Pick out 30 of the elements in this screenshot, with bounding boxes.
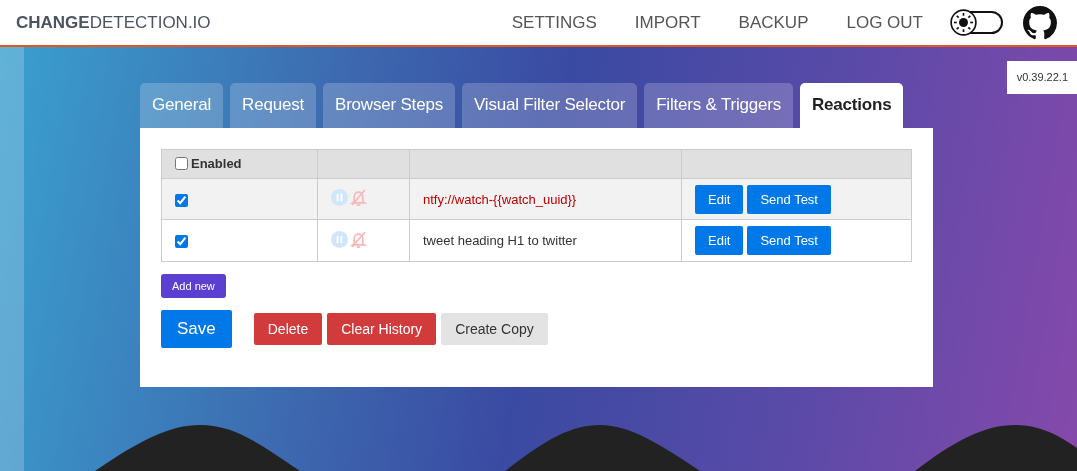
sun-icon bbox=[950, 9, 977, 36]
add-new-button[interactable]: Add new bbox=[161, 274, 226, 298]
site-logo[interactable]: CHANGEDETECTION.IO bbox=[16, 12, 211, 33]
row-button[interactable]: Edit bbox=[695, 184, 744, 214]
tab[interactable]: Reactions bbox=[800, 83, 904, 128]
checkbox[interactable] bbox=[175, 156, 188, 170]
checkbox[interactable] bbox=[175, 235, 188, 249]
version-badge: v0.39.22.1 bbox=[1006, 61, 1077, 94]
nav-link[interactable]: LOG OUT bbox=[846, 12, 923, 33]
nav-link[interactable]: IMPORT bbox=[634, 12, 701, 33]
action-button[interactable]: Create Copy bbox=[441, 313, 548, 345]
tab[interactable]: Visual Filter Selector bbox=[461, 83, 638, 128]
checkbox[interactable] bbox=[175, 193, 188, 207]
action-button[interactable]: Clear History bbox=[327, 313, 437, 345]
tab[interactable]: Browser Steps bbox=[323, 83, 455, 128]
row-button[interactable]: Send Test bbox=[747, 226, 831, 255]
row-button[interactable]: Send Test bbox=[747, 184, 831, 214]
theme-toggle[interactable] bbox=[951, 11, 1003, 34]
action-button[interactable]: Delete bbox=[253, 313, 323, 345]
tab[interactable]: General bbox=[140, 83, 224, 128]
action-button[interactable]: Save bbox=[161, 310, 232, 348]
row-button[interactable]: Edit bbox=[695, 226, 744, 255]
tab[interactable]: Request bbox=[230, 83, 316, 128]
column-header: Enabled bbox=[191, 155, 242, 171]
nav-link[interactable]: BACKUP bbox=[738, 12, 809, 33]
tab[interactable]: Filters & Triggers bbox=[644, 83, 794, 128]
notification-url: tweet heading H1 to twitter bbox=[423, 233, 577, 248]
nav-link[interactable]: SETTINGS bbox=[511, 12, 597, 33]
notification-url: ntfy://watch-{{watch_uuid}} bbox=[423, 191, 577, 207]
github-icon[interactable] bbox=[1023, 5, 1057, 40]
